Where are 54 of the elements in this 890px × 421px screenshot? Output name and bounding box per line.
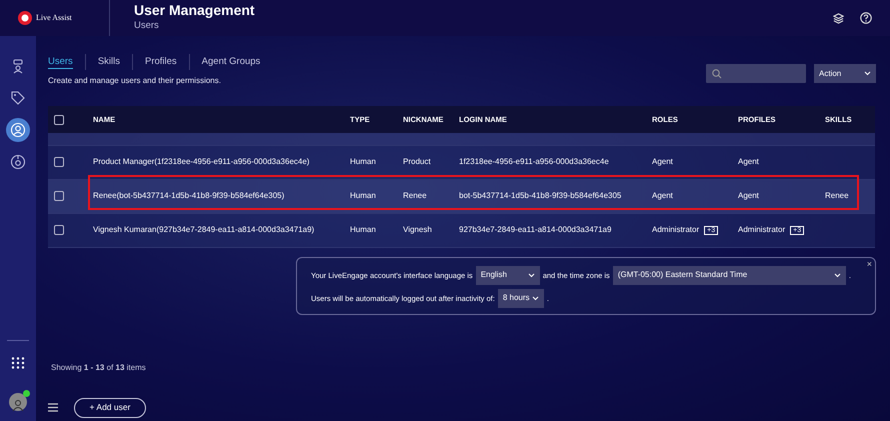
close-button[interactable]: ×	[866, 258, 872, 272]
chevron-icon	[864, 71, 871, 76]
menu-icon[interactable]	[48, 403, 58, 412]
table-cell: 1f2318ee-4956-e911-a956-000d3a36ec4e	[459, 157, 609, 166]
timezone-select[interactable]: (GMT-05:00) Eastern Standard Time	[612, 266, 846, 285]
table-cell: Renee	[825, 191, 849, 200]
table-cell: Product Manager(1f2318ee-4956-e911-a956-000d3a36ec4e)	[93, 157, 310, 166]
table-cell: Agent	[738, 157, 759, 166]
action-select[interactable]: Action	[814, 64, 876, 83]
row-checkbox[interactable]	[54, 191, 64, 202]
row-checkbox[interactable]	[54, 157, 64, 168]
search-icon	[712, 68, 722, 78]
table-cell: Product	[403, 157, 431, 166]
apps-grid-icon[interactable]	[11, 357, 25, 369]
logo-icon	[18, 11, 32, 25]
table-cell: Renee(bot-5b437714-1d5b-41b8-9f39-b584ef64e305)	[93, 191, 284, 200]
logo-text: Live Assist	[36, 12, 72, 24]
table-cell: Human	[350, 225, 376, 234]
layers-icon[interactable]	[833, 12, 844, 24]
table-cell: Agent	[652, 157, 673, 166]
table-cell: 927b34e7-2849-ea11-a814-000d3a3471a9	[459, 225, 612, 234]
select-all-checkbox[interactable]	[54, 115, 64, 126]
description-text: Create and manage users and their permissions.	[48, 75, 222, 88]
tab[interactable]: Profiles	[132, 54, 190, 70]
page-subtitle: Users	[134, 18, 160, 33]
tag-icon	[10, 90, 26, 106]
table-cell: bot-5b437714-1d5b-41b8-9f39-b584ef64e305	[459, 191, 622, 200]
add-user-button[interactable]: + Add user	[74, 398, 146, 418]
table-cell: Vignesh	[403, 225, 432, 234]
table-cell: Vignesh Kumaran(927b34e7-2849-ea11-a814-000d3a3471a9)	[93, 225, 314, 234]
table-cell: Agent	[652, 191, 673, 200]
table-cell: Human	[350, 191, 376, 200]
table-cell: Human	[350, 157, 376, 166]
table-cell: Renee	[403, 191, 427, 200]
table-cell: Administrator	[738, 225, 786, 234]
search-field[interactable]	[706, 64, 806, 83]
user-avatar[interactable]	[9, 393, 27, 411]
table-cell: Administrator	[652, 225, 700, 234]
help-icon[interactable]	[860, 12, 872, 24]
chevron-icon	[834, 272, 841, 278]
tab[interactable]: Users	[48, 54, 86, 70]
sidebar-item[interactable]	[6, 118, 30, 142]
row-checkbox[interactable]	[54, 225, 64, 236]
gauge-icon	[10, 154, 26, 170]
table-cell: Agent	[738, 191, 759, 200]
tab[interactable]: Agent Groups	[190, 54, 272, 70]
pagination-text: Showing 1 - 13 of 13 items	[51, 362, 146, 374]
chevron-icon	[532, 296, 539, 301]
logout-time-select[interactable]: 8 hours	[498, 288, 544, 308]
chevron-icon	[528, 272, 535, 278]
language-select[interactable]: English	[476, 266, 540, 285]
user-icon	[10, 122, 26, 138]
tab[interactable]: Skills	[86, 54, 133, 70]
page-title: User Management	[134, 3, 255, 19]
